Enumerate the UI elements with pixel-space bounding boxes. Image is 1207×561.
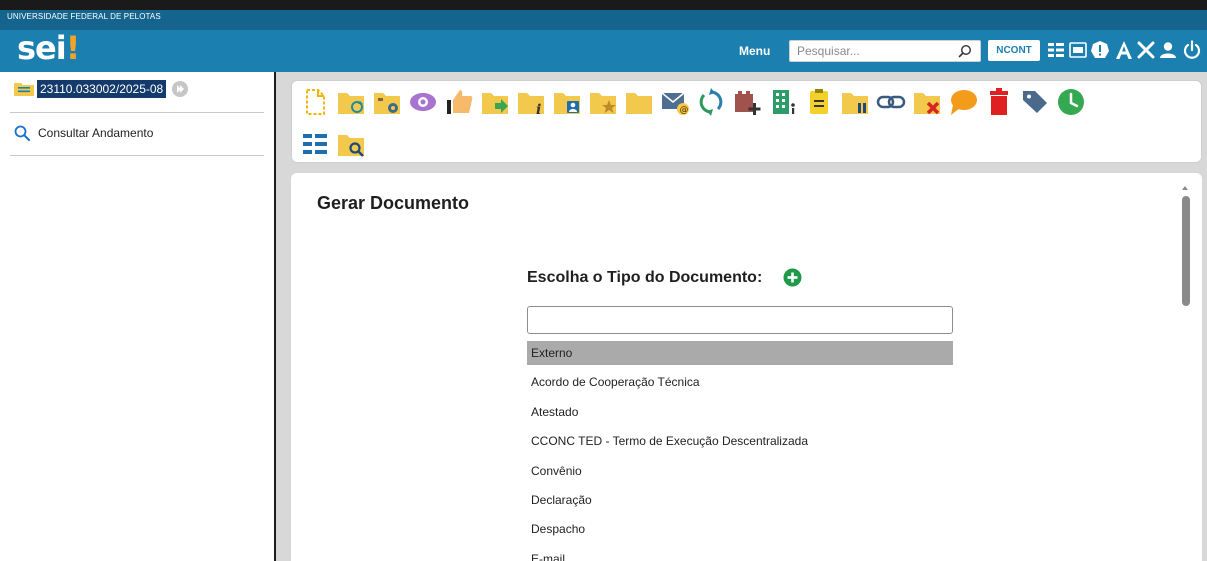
sei-logo[interactable]: sei! [17, 29, 81, 67]
list-icon[interactable] [1046, 40, 1066, 60]
document-type-item[interactable]: CCONC TED - Termo de Execução Descentral… [527, 429, 953, 458]
logo-mark: ! [65, 29, 81, 67]
plus-circle-icon[interactable] [783, 268, 802, 287]
next-process-icon[interactable] [172, 81, 188, 97]
add-block-icon[interactable] [732, 87, 762, 117]
list-view-icon[interactable] [300, 129, 330, 159]
institution-name: UNIVERSIDADE FEDERAL DE PELOTAS [7, 12, 161, 21]
process-tree-panel [0, 72, 274, 561]
document-type-filter [527, 306, 953, 334]
consultar-andamento-label: Consultar Andamento [38, 126, 154, 140]
email-icon[interactable]: @ [660, 87, 690, 117]
svg-text:@: @ [680, 106, 689, 116]
clipboard-icon[interactable] [804, 87, 834, 117]
document-type-list: Externo Acordo de Cooperação Técnica Atest… [527, 341, 953, 561]
comment-icon[interactable] [948, 87, 978, 117]
document-type-item[interactable]: Convênio [527, 459, 953, 488]
folder-search-icon[interactable] [336, 129, 366, 159]
document-type-item[interactable]: Externo [527, 341, 953, 365]
folder-sync-icon[interactable] [336, 87, 366, 117]
tools-icon[interactable] [1136, 40, 1156, 60]
folder-icon [14, 83, 34, 96]
search-field [789, 40, 981, 62]
scroll-up-arrow-icon[interactable] [1180, 184, 1190, 192]
eye-icon[interactable] [408, 87, 438, 117]
search-icon[interactable] [958, 44, 972, 58]
institution-strip [0, 10, 1207, 30]
building-icon[interactable] [768, 87, 798, 117]
document-type-item[interactable]: Acordo de Cooperação Técnica [527, 370, 953, 399]
scrollbar-thumb[interactable] [1182, 196, 1190, 306]
thumbs-up-icon[interactable] [444, 87, 474, 117]
process-toolbar: i @ [291, 80, 1202, 163]
menu-link[interactable]: Menu [739, 44, 770, 58]
sidebar-divider [10, 112, 264, 113]
link-icon[interactable] [876, 87, 906, 117]
alert-icon[interactable] [1090, 40, 1110, 60]
document-type-item[interactable]: Despacho [527, 517, 953, 546]
folder-send-icon[interactable] [480, 87, 510, 117]
document-type-item[interactable]: Atestado [527, 400, 953, 429]
folder-icon[interactable] [624, 87, 654, 117]
page-title: Gerar Documento [317, 193, 470, 213]
folder-user-icon[interactable] [552, 87, 582, 117]
folder-close-icon[interactable] [912, 87, 942, 117]
new-document-icon[interactable] [300, 87, 330, 117]
search-input[interactable] [790, 41, 950, 61]
document-type-item[interactable]: E-mail [527, 547, 953, 561]
calculator-icon[interactable] [1068, 40, 1088, 60]
svg-text:i: i [536, 102, 541, 117]
process-number[interactable]: 23110.033002/2025-08 [37, 80, 167, 98]
document-type-filter-input[interactable] [528, 307, 952, 333]
power-icon[interactable] [1182, 40, 1202, 60]
sei-app-window: UNIVERSIDADE FEDERAL DE PELOTAS sei! Men… [0, 0, 1207, 561]
folder-pause-icon[interactable] [840, 87, 870, 117]
folder-star-icon[interactable] [588, 87, 618, 117]
window-top-border [0, 0, 1207, 10]
clock-icon[interactable] [1056, 87, 1086, 117]
folder-settings-icon[interactable] [372, 87, 402, 117]
folder-info-icon[interactable]: i [516, 87, 546, 117]
user-icon[interactable] [1158, 40, 1178, 60]
tag-icon[interactable] [1020, 87, 1050, 117]
document-form-panel: Gerar Documento Escolha o Tipo do Docume… [291, 173, 1202, 561]
font-size-icon[interactable] [1114, 40, 1134, 60]
document-type-item[interactable]: Declaração [527, 488, 953, 517]
search-icon [14, 125, 30, 141]
document-type-label: Escolha o Tipo do Documento: [527, 269, 763, 286]
unit-selector-badge[interactable]: NCONT [988, 40, 1040, 61]
logo-text: sei [17, 29, 67, 67]
trash-icon[interactable] [984, 87, 1014, 117]
refresh-icon[interactable] [696, 87, 726, 117]
sidebar-divider [10, 155, 264, 156]
